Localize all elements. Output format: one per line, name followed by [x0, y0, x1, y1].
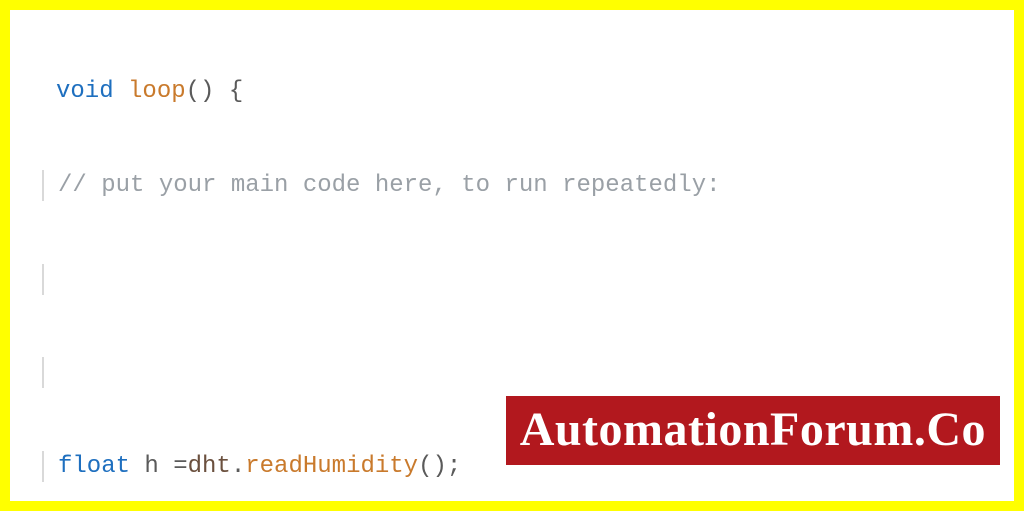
watermark-banner: AutomationForum.Co	[506, 396, 1000, 465]
code-line-4	[58, 357, 72, 388]
code-frame: void loop() { // put your main code here…	[0, 0, 1024, 511]
code-line-1: void loop() {	[56, 76, 243, 107]
code-line-3	[58, 264, 72, 295]
code-line-2: // put your main code here, to run repea…	[58, 170, 721, 201]
code-line-5: float h =dht.readHumidity();	[58, 451, 461, 482]
